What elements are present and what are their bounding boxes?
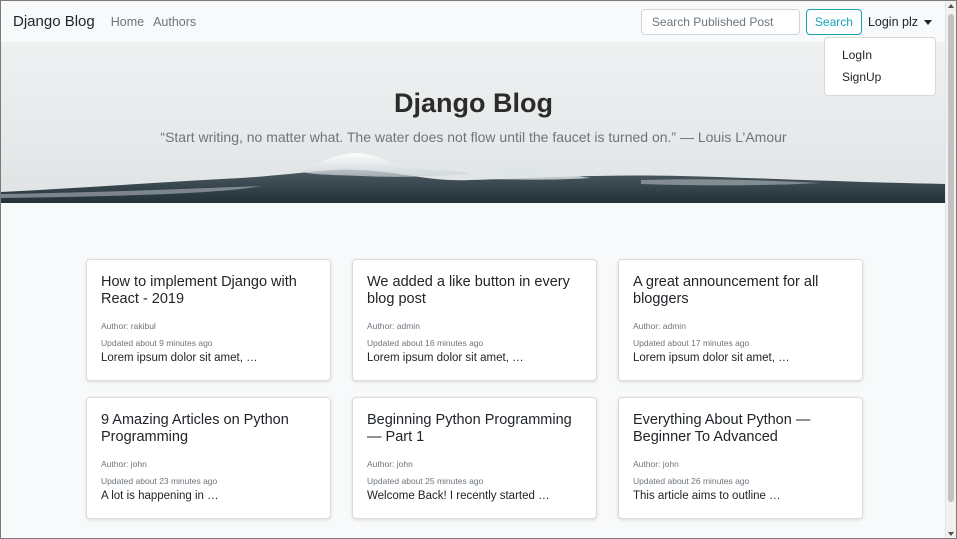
- ocean-wave-image: [1, 153, 946, 203]
- post-title[interactable]: A great announcement for all bloggers: [633, 274, 848, 312]
- post-excerpt: Welcome Back! I recently started …: [367, 490, 550, 502]
- post-updated: Updated about 26 minutes ago: [633, 476, 750, 486]
- post-author: Author: admin: [367, 321, 420, 331]
- vertical-scrollbar[interactable]: [945, 1, 956, 538]
- navbar-right: Search Login plz: [640, 9, 932, 35]
- search-input[interactable]: [640, 9, 800, 35]
- dropdown-item-login[interactable]: LogIn: [842, 48, 935, 70]
- login-dropdown-toggle[interactable]: Login plz: [868, 15, 932, 29]
- post-updated: Updated about 23 minutes ago: [101, 476, 218, 486]
- scrollbar-thumb[interactable]: [948, 14, 954, 502]
- caret-down-icon: [924, 19, 932, 25]
- posts-section: How to implement Django with React - 201…: [1, 203, 946, 538]
- post-author: Author: john: [367, 459, 413, 469]
- post-card[interactable]: How to implement Django with React - 201…: [86, 259, 331, 381]
- post-updated: Updated about 25 minutes ago: [367, 476, 484, 486]
- post-author: Author: rakibul: [101, 321, 156, 331]
- login-dropdown-menu: LogIn SignUp: [824, 37, 936, 96]
- post-excerpt: This article aims to outline …: [633, 490, 781, 502]
- post-author: Author: john: [101, 459, 147, 469]
- nav-link-authors[interactable]: Authors: [153, 15, 196, 29]
- post-updated: Updated about 17 minutes ago: [633, 338, 750, 348]
- post-title[interactable]: How to implement Django with React - 201…: [101, 274, 316, 312]
- hero-quote: “Start writing, no matter what. The wate…: [160, 129, 787, 145]
- post-updated: Updated about 16 minutes ago: [367, 338, 484, 348]
- brand-link[interactable]: Django Blog: [13, 13, 95, 30]
- navbar: Django Blog Home Authors Search Login pl…: [1, 1, 946, 42]
- hero-jumbotron: Django Blog “Start writing, no matter wh…: [1, 42, 946, 203]
- post-author: Author: john: [633, 459, 679, 469]
- post-title[interactable]: Everything About Python — Beginner To Ad…: [633, 412, 848, 450]
- post-card[interactable]: Beginning Python Programming — Part 1 Au…: [352, 397, 597, 519]
- hero-title: Django Blog: [394, 88, 553, 118]
- post-title[interactable]: We added a like button in every blog pos…: [367, 274, 582, 312]
- post-excerpt: Lorem ipsum dolor sit amet, …: [633, 352, 790, 364]
- post-card[interactable]: A great announcement for all bloggers Au…: [618, 259, 863, 381]
- post-excerpt: A lot is happening in …: [101, 490, 219, 502]
- post-excerpt: Lorem ipsum dolor sit amet, …: [101, 352, 258, 364]
- search-button[interactable]: Search: [805, 9, 862, 35]
- post-title[interactable]: Beginning Python Programming — Part 1: [367, 412, 582, 450]
- post-updated: Updated about 9 minutes ago: [101, 338, 213, 348]
- post-card[interactable]: We added a like button in every blog pos…: [352, 259, 597, 381]
- post-excerpt: Lorem ipsum dolor sit amet, …: [367, 352, 524, 364]
- post-title[interactable]: 9 Amazing Articles on Python Programming: [101, 412, 316, 450]
- login-label: Login plz: [867, 15, 918, 29]
- dropdown-item-signup[interactable]: SignUp: [842, 70, 935, 92]
- nav-link-home[interactable]: Home: [111, 15, 144, 29]
- post-author: Author: admin: [633, 321, 686, 331]
- post-card[interactable]: Everything About Python — Beginner To Ad…: [618, 397, 863, 519]
- post-card[interactable]: 9 Amazing Articles on Python Programming…: [86, 397, 331, 519]
- browser-viewport: Django Blog Home Authors Search Login pl…: [0, 0, 957, 539]
- scroll-down-arrow-icon[interactable]: [948, 532, 954, 536]
- scroll-up-arrow-icon[interactable]: [948, 4, 954, 8]
